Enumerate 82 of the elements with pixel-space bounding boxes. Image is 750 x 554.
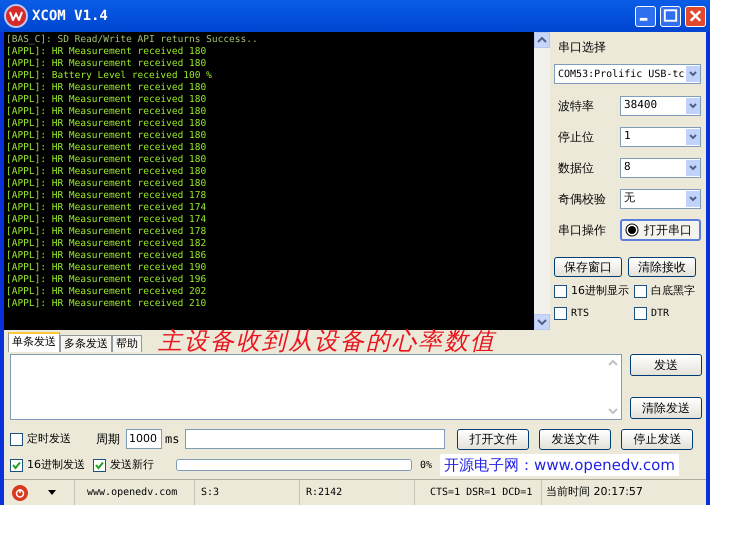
dropdown[interactable]: 38400: [620, 96, 701, 116]
chevron-down-icon: [688, 194, 698, 204]
log-line: [APPL]: HR Measurement received 180: [6, 154, 208, 166]
log-line: [APPL]: HR Measurement received 180: [6, 94, 208, 106]
log-line: [APPL]: HR Measurement received 178: [6, 226, 208, 238]
file-path-field[interactable]: [185, 429, 446, 449]
scroll-down-icon[interactable]: [534, 314, 550, 330]
window-title: XCOM V1.4: [32, 6, 108, 26]
log-line: [APPL]: HR Measurement received 174: [6, 214, 208, 226]
log-line: [APPL]: HR Measurement received 182: [6, 238, 208, 250]
log-line: [APPL]: HR Measurement received 180: [6, 166, 208, 178]
radio-icon: [625, 222, 639, 236]
log-line: [APPL]: HR Measurement received 180: [6, 82, 208, 94]
close-icon[interactable]: [685, 6, 706, 26]
chevron-down-icon: [688, 132, 698, 142]
checkmark-icon: [12, 460, 21, 470]
period-input-field[interactable]: 1000: [126, 429, 162, 449]
status-text: www.openedv.com: [87, 486, 178, 500]
checkbox[interactable]: 16进制显示: [554, 283, 634, 300]
scrollbar[interactable]: [534, 32, 550, 330]
panel-title: 串口选择: [558, 39, 607, 56]
log-line: [APPL]: HR Measurement received 190: [6, 262, 208, 274]
checkbox[interactable]: DTR: [634, 306, 704, 320]
log-line: [APPL]: HR Measurement received 180: [6, 46, 208, 58]
progress-reading: 0%: [420, 458, 432, 472]
setting-label: 数据位: [558, 160, 595, 176]
checkbox[interactable]: 白底黑字: [634, 283, 704, 300]
log-line: [BAS_C]: SD Read/Write API returns Success..: [6, 34, 259, 46]
log-line: [APPL]: HR Measurement received 178: [6, 190, 208, 202]
checkbox[interactable]: RTS: [554, 306, 634, 320]
log-line: [APPL]: HR Measurement received 180: [6, 178, 208, 190]
checkbox[interactable]: 16进制发送: [10, 456, 85, 474]
power-icon[interactable]: [12, 484, 28, 500]
open-port-button[interactable]: 打开串口: [620, 218, 701, 240]
log-line: [APPL]: HR Measurement received 174: [6, 202, 208, 214]
setting-label: 奇偶校验: [558, 190, 607, 208]
setting-label: 串口操作: [558, 222, 607, 238]
log-line: [APPL]: HR Measurement received 180: [6, 106, 208, 118]
dropdown[interactable]: 1: [620, 126, 701, 146]
status-text: R:2142: [306, 486, 342, 500]
setting-label: 停止位: [558, 128, 595, 146]
chevron-down-icon: [688, 69, 698, 79]
tab[interactable]: 多条发送: [60, 335, 112, 352]
period-label: 周期: [96, 431, 120, 448]
button[interactable]: 停止发送: [621, 428, 694, 450]
log-line: [APPL]: HR Measurement received 210: [6, 298, 208, 310]
maximize-icon[interactable]: [660, 6, 681, 26]
chevron-down-icon: [688, 100, 698, 110]
button[interactable]: 发送: [630, 354, 702, 376]
logo-icon: [4, 4, 28, 28]
button[interactable]: 清除发送: [630, 397, 702, 419]
status-text: 当前时间 20:17:57: [546, 484, 643, 500]
log-line: [APPL]: HR Measurement received 180: [6, 118, 208, 130]
button[interactable]: 保存窗口: [554, 257, 622, 277]
log-line: [APPL]: HR Measurement received 196: [6, 274, 208, 286]
minimize-icon[interactable]: [635, 6, 656, 26]
button[interactable]: 清除接收: [628, 257, 696, 277]
tab[interactable]: 单条发送: [8, 332, 60, 352]
log-line: [APPL]: HR Measurement received 180: [6, 142, 208, 154]
dropdown[interactable]: 无: [620, 188, 701, 208]
scroll-up-icon[interactable]: [534, 32, 550, 48]
checkbox[interactable]: 发送新行: [93, 456, 154, 474]
button[interactable]: 打开文件: [457, 428, 530, 450]
log-line: [APPL]: HR Measurement received 186: [6, 250, 208, 262]
website-banner: 开源电子网：www.openedv.com: [440, 454, 679, 476]
dropdown-arrow-icon[interactable]: [48, 490, 56, 495]
dropdown[interactable]: 8: [620, 158, 701, 178]
tab[interactable]: 帮助: [112, 335, 142, 352]
log-line: [APPL]: HR Measurement received 180: [6, 130, 208, 142]
checkmark-icon: [95, 460, 104, 470]
button[interactable]: 发送文件: [539, 428, 612, 450]
log-line: [APPL]: Battery Level received 100 %: [6, 70, 213, 82]
log-line: [APPL]: HR Measurement received 202: [6, 286, 208, 298]
checkbox[interactable]: 定时发送: [10, 430, 88, 448]
log-line: [APPL]: HR Measurement received 180: [6, 58, 208, 70]
chevron-down-icon: [688, 162, 698, 172]
status-text: CTS=1 DSR=1 DCD=1: [430, 486, 532, 500]
setting-label: 波特率: [558, 98, 595, 114]
unit-label: ms: [165, 431, 180, 448]
status-text: S:3: [201, 486, 220, 500]
dropdown[interactable]: COM53:Prolific USB-tc: [554, 64, 701, 84]
annotation-text: 主设备收到从设备的心率数值: [158, 330, 496, 352]
